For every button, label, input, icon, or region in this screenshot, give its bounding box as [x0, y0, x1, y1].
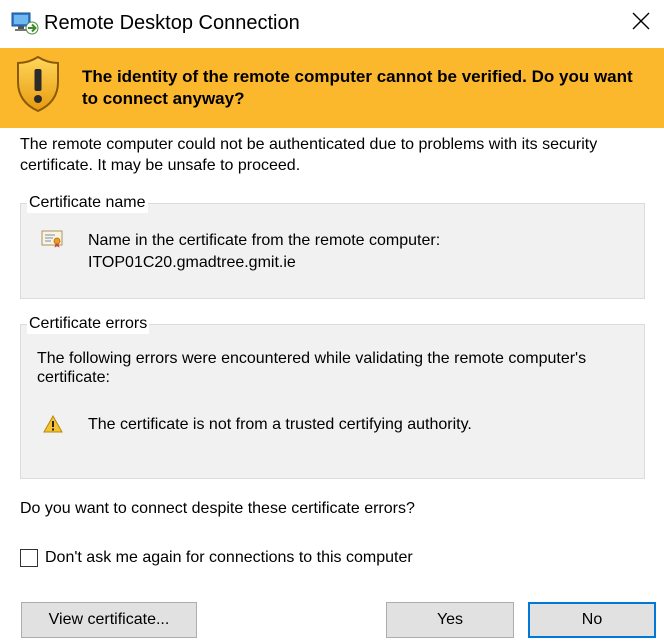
checkbox-box[interactable] — [20, 549, 38, 567]
certificate-errors-group: Certificate errors The following errors … — [20, 314, 645, 479]
certificate-name-text: Name in the certificate from the remote … — [88, 230, 628, 274]
certificate-errors-description: The following errors were encountered wh… — [37, 350, 587, 386]
rdp-certificate-dialog: Remote Desktop Connection The identity o… — [0, 0, 664, 642]
banner-message: The identity of the remote computer cann… — [82, 67, 633, 108]
certificate-name-group: Certificate name Name in the certificate… — [20, 193, 645, 299]
certificate-name-label: Certificate name — [27, 193, 148, 213]
intro-text: The remote computer could not be authent… — [20, 136, 598, 174]
certificate-host-name: ITOP01C20.gmadtree.gmit.ie — [88, 254, 296, 271]
certificate-icon — [41, 230, 63, 248]
certificate-error-item: The certificate is not from a trusted ce… — [88, 416, 472, 433]
remote-desktop-icon — [11, 11, 39, 35]
warning-icon — [43, 414, 63, 433]
certificate-errors-label: Certificate errors — [27, 314, 150, 334]
warning-banner: The identity of the remote computer cann… — [0, 48, 664, 128]
shield-warning-icon — [15, 55, 61, 113]
dont-ask-again-label[interactable]: Don't ask me again for connections to th… — [45, 548, 413, 568]
no-button[interactable]: No — [528, 602, 656, 638]
yes-button[interactable]: Yes — [386, 602, 514, 638]
certificate-name-caption: Name in the certificate from the remote … — [88, 232, 441, 249]
connect-question: Do you want to connect despite these cer… — [20, 500, 415, 517]
window-title: Remote Desktop Connection — [44, 12, 300, 34]
close-button[interactable] — [618, 0, 664, 46]
close-icon — [632, 12, 650, 35]
title-bar: Remote Desktop Connection — [0, 0, 664, 48]
view-certificate-button[interactable]: View certificate... — [21, 602, 197, 638]
dont-ask-again-checkbox[interactable]: Don't ask me again for connections to th… — [20, 547, 413, 569]
